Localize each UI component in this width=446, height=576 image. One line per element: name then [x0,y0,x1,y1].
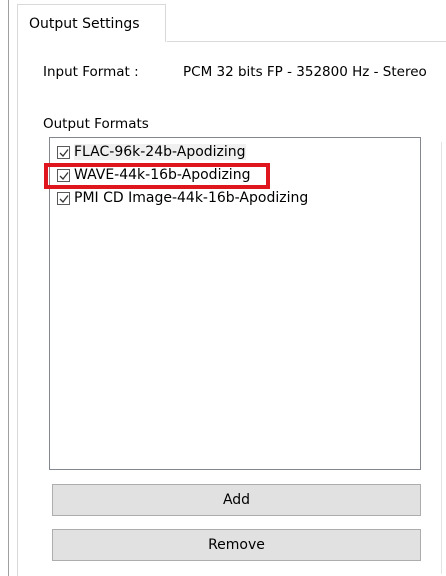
checkbox-wave[interactable] [57,169,70,182]
input-format-value: PCM 32 bits FP - 352800 Hz - Stereo [183,64,427,80]
list-item-label: PMI CD Image-44k-16b-Apodizing [74,190,309,206]
checkbox-flac[interactable] [57,146,70,159]
remove-button[interactable]: Remove [52,529,421,561]
checkmark-icon [59,149,69,157]
list-right-edge [441,142,442,574]
output-formats-list[interactable] [49,137,421,470]
tab-output-settings-label: Output Settings [29,16,140,32]
list-item-label: FLAC-96k-24b-Apodizing [74,144,246,160]
checkbox-pmi[interactable] [57,192,70,205]
input-format-label: Input Format : [43,64,139,80]
checkmark-icon [59,195,69,203]
checkmark-icon [59,172,69,180]
tab-strip-line [167,41,446,42]
tab-output-settings[interactable]: Output Settings [17,4,166,42]
add-button[interactable]: Add [52,484,421,516]
window-left-border [8,0,9,576]
list-item-label: WAVE-44k-16b-Apodizing [74,167,251,183]
output-formats-label: Output Formats [43,116,149,132]
